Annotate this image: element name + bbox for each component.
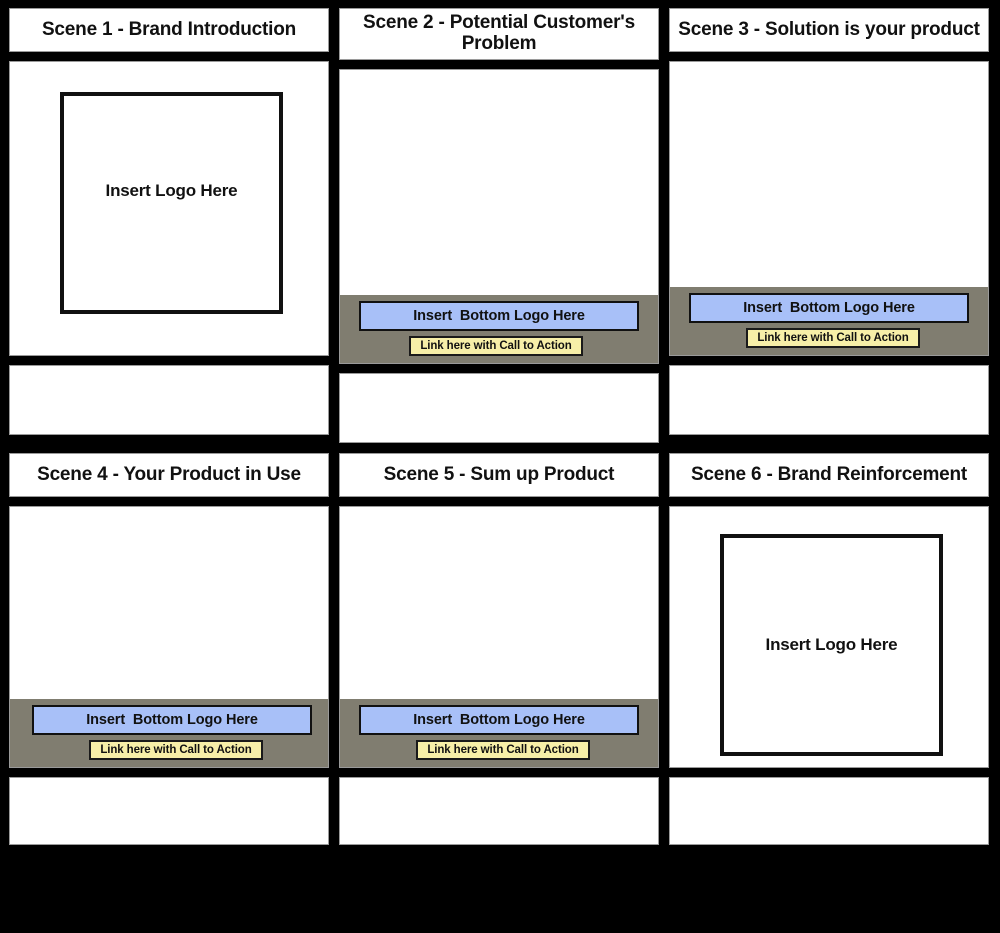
action-bar-scene-4: Insert Bottom Logo Here Link here with C… [10, 699, 328, 767]
logo-placeholder-label: Insert Logo Here [765, 635, 898, 654]
bottom-logo-button-scene-4[interactable]: Insert Bottom Logo Here [32, 705, 312, 735]
logo-placeholder-label: Insert Logo Here [105, 181, 238, 200]
storyboard-row-1: Scene 1 - Brand Introduction Insert Logo… [9, 8, 991, 443]
panel-title-scene-4: Scene 4 - Your Product in Use [9, 453, 329, 497]
call-to-action-button-scene-4[interactable]: Link here with Call to Action [89, 740, 263, 760]
panel-body-scene-1[interactable]: Insert Logo Here [9, 61, 329, 356]
panel-title-scene-2: Scene 2 - Potential Customer's Problem [339, 8, 659, 60]
call-to-action-button-scene-3[interactable]: Link here with Call to Action [746, 328, 920, 348]
bottom-logo-button-scene-2[interactable]: Insert Bottom Logo Here [359, 301, 639, 331]
storyboard-cell-scene-6[interactable]: Scene 6 - Brand Reinforcement Insert Log… [669, 453, 989, 845]
logo-placeholder-box-scene-1[interactable]: Insert Logo Here [60, 92, 283, 314]
panel-body-scene-4[interactable]: Insert Bottom Logo Here Link here with C… [9, 506, 329, 768]
panel-body-scene-2[interactable]: Insert Bottom Logo Here Link here with C… [339, 69, 659, 364]
panel-title-scene-1: Scene 1 - Brand Introduction [9, 8, 329, 52]
caption-strip-scene-2[interactable] [339, 373, 659, 443]
caption-strip-scene-1[interactable] [9, 365, 329, 435]
caption-strip-scene-3[interactable] [669, 365, 989, 435]
call-to-action-button-scene-2[interactable]: Link here with Call to Action [409, 336, 583, 356]
panel-body-scene-5[interactable]: Insert Bottom Logo Here Link here with C… [339, 506, 659, 768]
action-bar-scene-3: Insert Bottom Logo Here Link here with C… [670, 287, 988, 355]
call-to-action-button-scene-5[interactable]: Link here with Call to Action [416, 740, 590, 760]
storyboard-cell-scene-1[interactable]: Scene 1 - Brand Introduction Insert Logo… [9, 8, 329, 443]
action-bar-scene-5: Insert Bottom Logo Here Link here with C… [340, 699, 658, 767]
panel-art-area-scene-3[interactable] [670, 62, 988, 287]
panel-art-area-scene-5[interactable] [340, 507, 658, 699]
storyboard-cell-scene-5[interactable]: Scene 5 - Sum up Product Insert Bottom L… [339, 453, 659, 845]
bottom-logo-button-scene-3[interactable]: Insert Bottom Logo Here [689, 293, 969, 323]
caption-strip-scene-4[interactable] [9, 777, 329, 845]
panel-body-scene-6[interactable]: Insert Logo Here [669, 506, 989, 768]
storyboard: Scene 1 - Brand Introduction Insert Logo… [0, 0, 1000, 933]
panel-art-area-scene-4[interactable] [10, 507, 328, 699]
storyboard-cell-scene-2[interactable]: Scene 2 - Potential Customer's Problem I… [339, 8, 659, 443]
panel-title-scene-6: Scene 6 - Brand Reinforcement [669, 453, 989, 497]
caption-strip-scene-5[interactable] [339, 777, 659, 845]
panel-title-scene-5: Scene 5 - Sum up Product [339, 453, 659, 497]
panel-title-scene-3: Scene 3 - Solution is your product [669, 8, 989, 52]
logo-placeholder-box-scene-6[interactable]: Insert Logo Here [720, 534, 943, 756]
panel-body-scene-3[interactable]: Insert Bottom Logo Here Link here with C… [669, 61, 989, 356]
panel-art-area-scene-2[interactable] [340, 70, 658, 295]
bottom-logo-button-scene-5[interactable]: Insert Bottom Logo Here [359, 705, 639, 735]
storyboard-row-2: Scene 4 - Your Product in Use Insert Bot… [9, 453, 991, 845]
storyboard-cell-scene-4[interactable]: Scene 4 - Your Product in Use Insert Bot… [9, 453, 329, 845]
storyboard-cell-scene-3[interactable]: Scene 3 - Solution is your product Inser… [669, 8, 989, 443]
action-bar-scene-2: Insert Bottom Logo Here Link here with C… [340, 295, 658, 363]
caption-strip-scene-6[interactable] [669, 777, 989, 845]
